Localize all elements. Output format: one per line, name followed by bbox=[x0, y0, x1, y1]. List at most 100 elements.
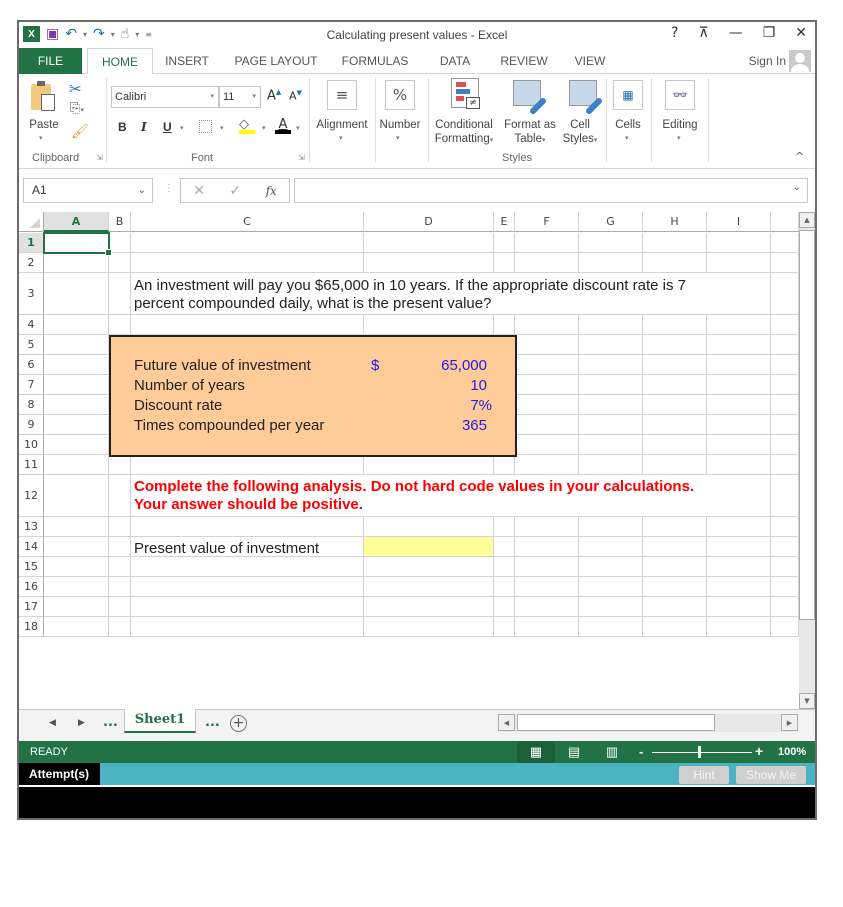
zoom-out-button[interactable]: - bbox=[639, 744, 643, 759]
alignment-dropdown-icon[interactable]: ▾ bbox=[339, 134, 343, 142]
paste-dropdown-icon[interactable]: ▾ bbox=[39, 134, 43, 142]
cells-dropdown-icon[interactable]: ▾ bbox=[625, 134, 629, 142]
spreadsheet-grid[interactable]: A B C D E F G H I 1 2 3 4 5 6 7 8 9 10 1… bbox=[19, 212, 799, 709]
sign-in[interactable]: Sign In bbox=[749, 50, 811, 72]
horizontal-scrollbar[interactable]: ◀ ▶ bbox=[498, 714, 798, 732]
italic-button[interactable]: I bbox=[141, 120, 147, 134]
scroll-right-icon[interactable]: ▶ bbox=[781, 714, 798, 731]
scroll-down-icon[interactable]: ▼ bbox=[799, 693, 815, 709]
column-header-c[interactable]: C bbox=[131, 212, 364, 232]
cells-icon[interactable]: ▦ bbox=[613, 80, 643, 110]
row-header[interactable]: 1 bbox=[19, 233, 44, 253]
shrink-font-icon[interactable]: A▼ bbox=[289, 89, 302, 103]
number-button[interactable]: Number bbox=[376, 118, 424, 132]
horizontal-scroll-thumb[interactable] bbox=[517, 714, 715, 731]
tab-data[interactable]: DATA bbox=[429, 48, 481, 74]
row-header[interactable]: 13 bbox=[19, 517, 44, 537]
avatar[interactable] bbox=[789, 50, 811, 72]
formula-input[interactable]: ⌄ bbox=[294, 178, 808, 203]
present-value-answer-cell[interactable] bbox=[364, 537, 493, 556]
underline-dropdown-icon[interactable]: ▾ bbox=[180, 124, 184, 132]
tab-insert[interactable]: INSERT bbox=[159, 48, 215, 74]
tab-view[interactable]: VIEW bbox=[569, 48, 611, 74]
show-me-button[interactable]: Show Me bbox=[736, 766, 806, 784]
minimize-icon[interactable]: — bbox=[729, 25, 743, 41]
restore-icon[interactable]: ❐ bbox=[763, 25, 776, 41]
row-header[interactable]: 16 bbox=[19, 577, 44, 597]
column-header-f[interactable]: F bbox=[515, 212, 579, 232]
next-sheet-icon[interactable]: ▶ bbox=[78, 718, 85, 728]
tab-formulas[interactable]: FORMULAS bbox=[339, 48, 411, 74]
row-header[interactable]: 2 bbox=[19, 253, 44, 273]
column-header-h[interactable]: H bbox=[643, 212, 707, 232]
input-value-discount-rate[interactable]: 7% bbox=[411, 397, 492, 415]
help-icon[interactable]: ? bbox=[671, 25, 678, 41]
scroll-up-icon[interactable]: ▲ bbox=[799, 212, 815, 228]
paste-button[interactable]: Paste ▾ bbox=[27, 80, 63, 150]
more-sheets-left[interactable]: ... bbox=[103, 715, 118, 730]
page-break-view-icon[interactable]: ▥ bbox=[593, 741, 631, 763]
copy-icon[interactable]: ⎘▾ bbox=[70, 101, 84, 116]
binoculars-icon[interactable]: 👓 bbox=[665, 80, 695, 110]
close-icon[interactable]: ✕ bbox=[795, 25, 807, 41]
format-as-table-button[interactable]: Format as Table▾ bbox=[501, 118, 559, 148]
row-header[interactable]: 5 bbox=[19, 335, 44, 355]
enter-icon[interactable]: ✓ bbox=[229, 183, 241, 199]
row-header[interactable]: 11 bbox=[19, 455, 44, 475]
row-header[interactable]: 10 bbox=[19, 435, 44, 455]
column-header-d[interactable]: D bbox=[364, 212, 494, 232]
column-header-g[interactable]: G bbox=[579, 212, 643, 232]
row-header[interactable]: 7 bbox=[19, 375, 44, 395]
column-header-b[interactable]: B bbox=[109, 212, 131, 232]
tab-page-layout[interactable]: PAGE LAYOUT bbox=[231, 48, 321, 74]
row-header[interactable]: 15 bbox=[19, 557, 44, 577]
editing-button[interactable]: Editing bbox=[655, 118, 705, 132]
selected-cell-a1[interactable] bbox=[43, 232, 112, 256]
cut-icon[interactable]: ✂ bbox=[69, 80, 82, 98]
row-header[interactable]: 8 bbox=[19, 395, 44, 415]
column-header-e[interactable]: E bbox=[494, 212, 515, 232]
formula-bar-grip-icon[interactable]: ⋮ bbox=[164, 183, 174, 194]
row-header[interactable]: 12 bbox=[19, 475, 44, 517]
input-value-years[interactable]: 10 bbox=[411, 377, 487, 395]
vertical-scrollbar[interactable]: ▲ ▼ bbox=[799, 212, 815, 709]
font-name-select[interactable]: Calibri ▾ bbox=[111, 86, 219, 108]
vertical-scroll-thumb[interactable] bbox=[799, 230, 815, 620]
input-value-future-value[interactable]: 65,000 bbox=[411, 357, 487, 375]
font-color-icon[interactable]: A bbox=[275, 117, 291, 134]
zoom-in-button[interactable]: + bbox=[755, 743, 763, 759]
row-header[interactable]: 4 bbox=[19, 315, 44, 335]
alignment-button[interactable]: Alignment bbox=[311, 118, 373, 132]
sheet-tab-sheet1[interactable]: Sheet1 bbox=[124, 709, 196, 733]
row-header[interactable]: 9 bbox=[19, 415, 44, 435]
font-size-select[interactable]: 11 ▾ bbox=[219, 86, 261, 108]
number-format-icon[interactable]: % bbox=[385, 80, 415, 110]
zoom-slider[interactable] bbox=[652, 752, 752, 753]
sign-in-link[interactable]: Sign In bbox=[749, 54, 786, 68]
bold-button[interactable]: B bbox=[118, 120, 127, 134]
row-header[interactable]: 18 bbox=[19, 617, 44, 637]
row-header[interactable]: 6 bbox=[19, 355, 44, 375]
column-header-i[interactable]: I bbox=[707, 212, 771, 232]
borders-icon[interactable] bbox=[199, 120, 212, 133]
font-launcher-icon[interactable]: ⇲ bbox=[298, 153, 305, 162]
font-color-dropdown-icon[interactable]: ▾ bbox=[296, 124, 300, 132]
clipboard-launcher-icon[interactable]: ⇲ bbox=[96, 153, 103, 162]
page-layout-view-icon[interactable]: ▤ bbox=[555, 741, 593, 763]
row-header[interactable]: 17 bbox=[19, 597, 44, 617]
more-sheets-right[interactable]: ... bbox=[205, 715, 220, 730]
zoom-slider-thumb[interactable] bbox=[698, 746, 701, 758]
grow-font-icon[interactable]: A▲ bbox=[267, 88, 281, 103]
format-painter-icon[interactable]: 🖌 bbox=[71, 124, 89, 140]
input-value-compounding[interactable]: 365 bbox=[411, 417, 487, 435]
editing-dropdown-icon[interactable]: ▾ bbox=[677, 134, 681, 142]
normal-view-icon[interactable]: ▦ bbox=[517, 741, 555, 763]
select-all-button[interactable] bbox=[19, 212, 44, 232]
row-header[interactable]: 3 bbox=[19, 273, 44, 315]
cells-button[interactable]: Cells bbox=[609, 118, 647, 132]
insert-function-icon[interactable]: fx bbox=[266, 184, 277, 198]
tab-file[interactable]: FILE bbox=[19, 48, 82, 74]
expand-formula-bar-icon[interactable]: ⌄ bbox=[793, 182, 801, 193]
conditional-formatting-button[interactable]: Conditional Formatting▾ bbox=[429, 118, 499, 148]
column-header-j[interactable] bbox=[771, 212, 799, 232]
